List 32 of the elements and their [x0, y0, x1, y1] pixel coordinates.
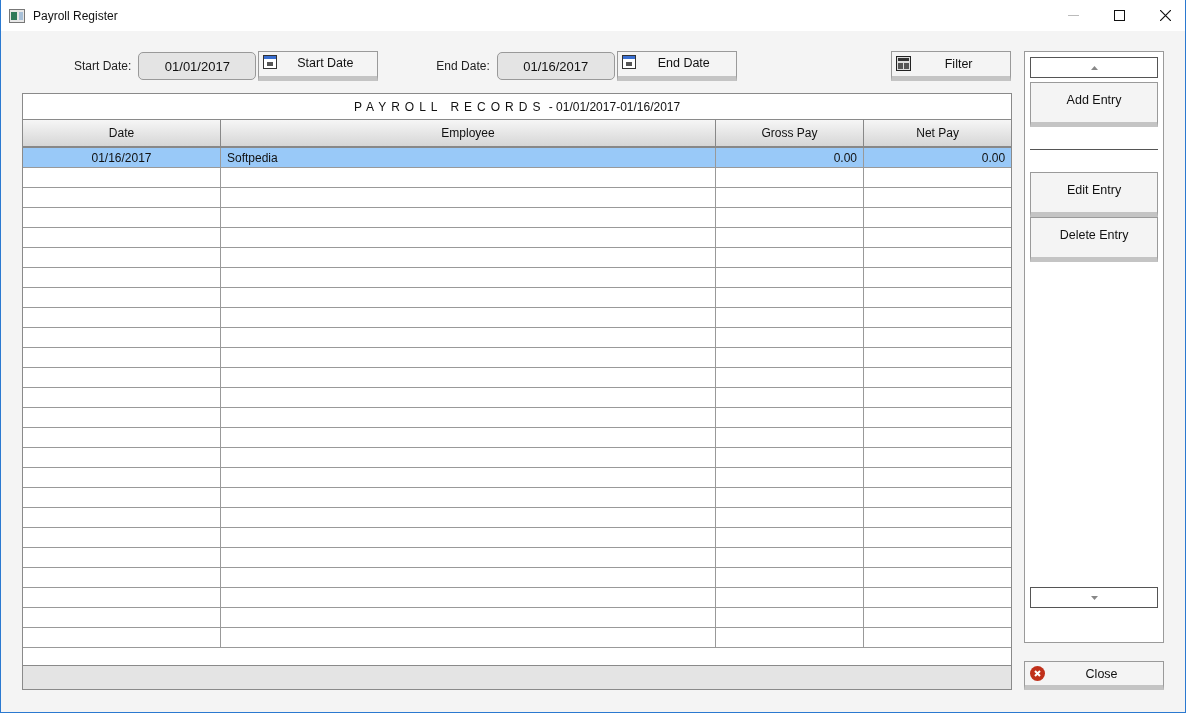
table-cell: Softpedia [221, 148, 716, 167]
down-arrow-icon [1090, 595, 1098, 600]
date-field[interactable]: 01/01/2017 [138, 52, 257, 80]
scroll-down-button[interactable] [1030, 587, 1158, 608]
table-cell-text: 0.00 [980, 149, 1007, 167]
close-icon[interactable] [1160, 10, 1171, 21]
scroll-up-button[interactable] [1030, 57, 1158, 78]
date-label: End Date: [436, 59, 490, 73]
calendar-icon [263, 55, 278, 69]
date-label: Start Date: [74, 59, 132, 73]
date-picker-button[interactable]: Start Date [258, 51, 379, 81]
close-button[interactable]: Close [1024, 661, 1164, 690]
table-row[interactable]: 01/16/2017 Softpedia 0.00 0.00 [23, 148, 1012, 168]
date-picker-button[interactable]: End Date [616, 51, 737, 81]
column-header[interactable]: Net Pay [864, 120, 1012, 146]
delete-entry-button[interactable]: Delete Entry [1030, 217, 1158, 262]
calendar-icon [621, 55, 636, 69]
column-header[interactable]: Employee [221, 120, 716, 146]
filter-button[interactable]: Filter [891, 51, 1012, 81]
edit-entry-button[interactable]: Edit Entry [1030, 172, 1158, 217]
add-entry-button[interactable]: Add Entry [1030, 82, 1158, 127]
maximize-icon[interactable] [1114, 10, 1125, 21]
column-header[interactable]: Date [23, 120, 221, 146]
window-title: Payroll Register [33, 8, 118, 23]
table-cell: 01/16/2017 [23, 148, 221, 167]
calculator-icon [896, 56, 912, 71]
up-arrow-icon [1090, 65, 1098, 70]
close-icon [1030, 666, 1046, 681]
column-header[interactable]: Gross Pay [716, 120, 864, 146]
table-cell: 0.00 [716, 148, 864, 167]
date-field[interactable]: 01/16/2017 [496, 52, 615, 80]
app-icon [9, 8, 25, 23]
